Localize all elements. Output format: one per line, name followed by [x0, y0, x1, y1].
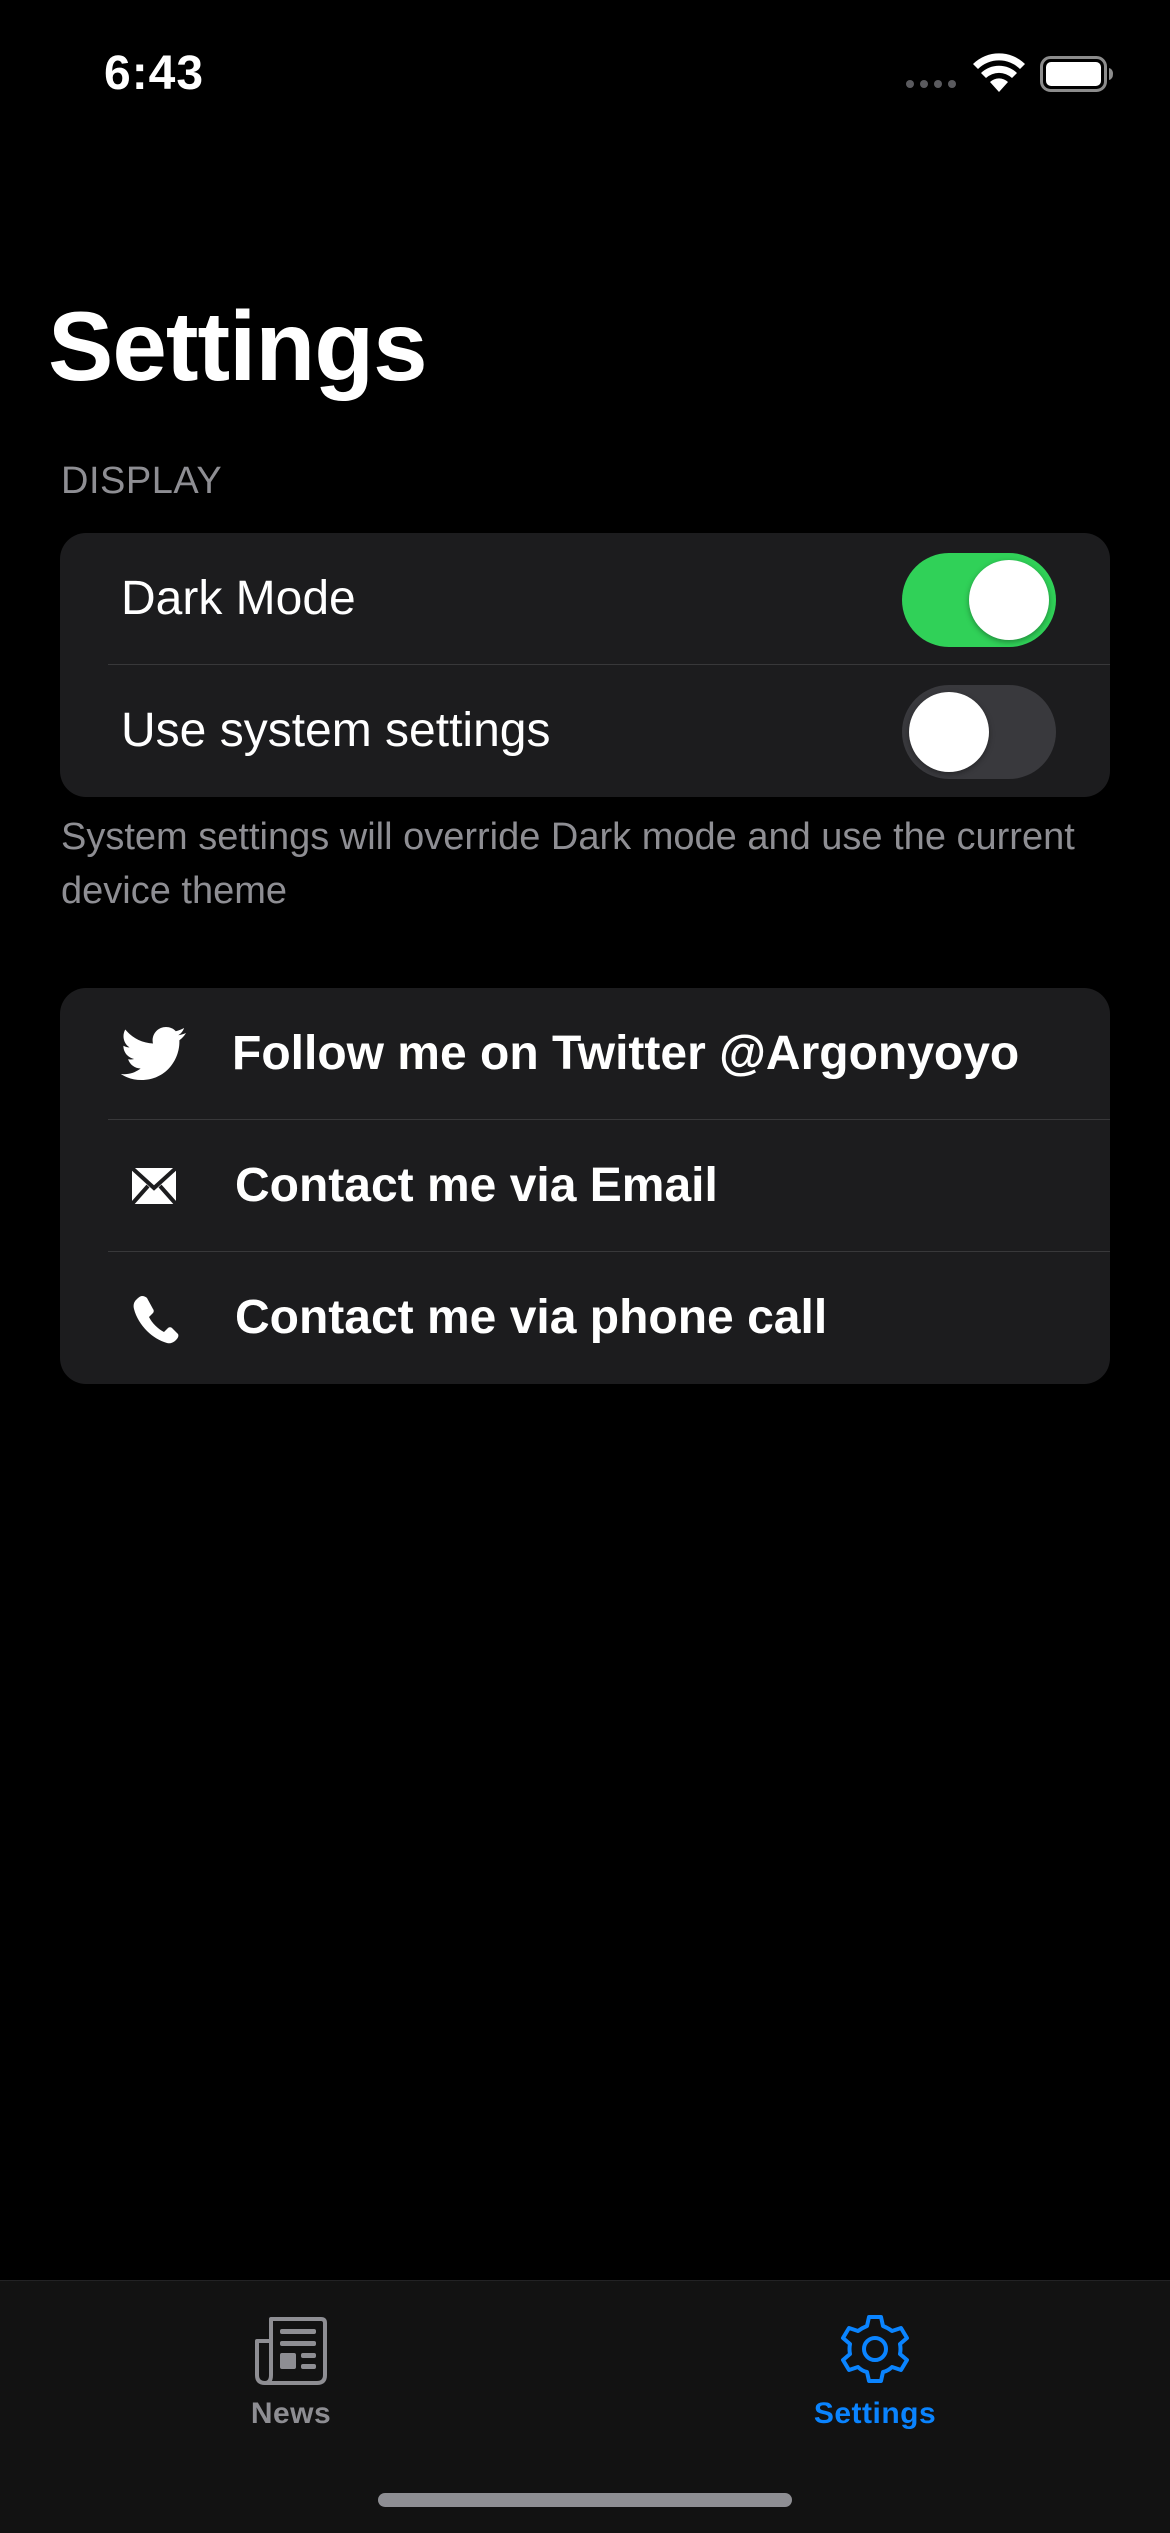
page-title: Settings — [48, 291, 428, 401]
phone-label: Contact me via phone call — [235, 1291, 828, 1344]
phone-icon — [133, 1296, 179, 1344]
cellular-signal-icon — [906, 80, 956, 88]
contact-group: Follow me on Twitter @Argonyoyo Contact … — [60, 988, 1110, 1384]
wifi-icon — [973, 53, 1025, 92]
toggle-knob — [969, 560, 1049, 640]
email-row[interactable]: Contact me via Email — [60, 1120, 1110, 1252]
status-bar: 6:43 — [0, 0, 1170, 150]
email-label: Contact me via Email — [235, 1159, 718, 1212]
twitter-label: Follow me on Twitter @Argonyoyo — [232, 1027, 1020, 1080]
dark-mode-label: Dark Mode — [121, 572, 356, 625]
twitter-row[interactable]: Follow me on Twitter @Argonyoyo — [60, 988, 1110, 1120]
twitter-bird-icon — [120, 1027, 186, 1080]
tab-settings-label: Settings — [813, 2397, 937, 2430]
battery-icon — [1040, 56, 1113, 92]
use-system-settings-label: Use system settings — [121, 704, 551, 757]
status-time: 6:43 — [104, 47, 205, 100]
home-indicator[interactable] — [378, 2493, 792, 2507]
newspaper-icon — [255, 2317, 327, 2385]
phone-row[interactable]: Contact me via phone call — [60, 1252, 1110, 1384]
dark-mode-row: Dark Mode — [60, 533, 1110, 665]
display-section-footer: System settings will override Dark mode … — [61, 816, 1075, 912]
display-section-header: DISPLAY — [61, 460, 223, 502]
use-system-settings-row: Use system settings — [60, 665, 1110, 797]
envelope-icon — [130, 1166, 178, 1206]
display-settings-group: Dark Mode Use system settings — [60, 533, 1110, 797]
toggle-knob — [909, 692, 989, 772]
use-system-settings-toggle[interactable] — [902, 685, 1056, 779]
dark-mode-toggle[interactable] — [902, 553, 1056, 647]
tab-settings[interactable]: Settings — [725, 2311, 1025, 2451]
tab-news-label: News — [250, 2397, 332, 2430]
gear-icon — [841, 2315, 909, 2383]
tab-news[interactable]: News — [141, 2311, 441, 2451]
